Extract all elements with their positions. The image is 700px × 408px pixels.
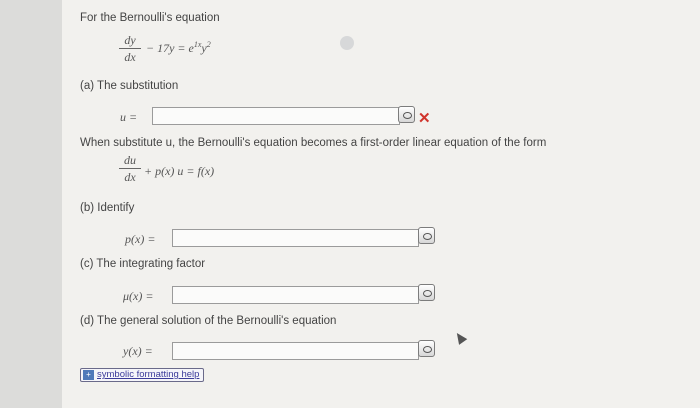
derivative-fraction: dy dx [119,33,141,64]
integrating-factor-input[interactable] [172,286,419,304]
incorrect-mark-icon: ✕ [418,110,431,127]
preview-icon[interactable] [398,106,415,123]
part-c-var-label: μ(x) = [123,289,154,303]
fraction-denominator: dx [124,50,136,64]
preview-icon[interactable] [418,340,435,357]
preview-icon[interactable] [418,227,435,244]
problem-page: For the Bernoulli's equation dy dx − 17y… [62,0,700,408]
p-x-input[interactable] [172,229,419,247]
equation-tail-exponent: 2 [206,40,211,49]
substitution-input[interactable] [152,107,400,125]
part-b-var-label: p(x) = [125,232,156,246]
general-solution-input[interactable] [172,342,419,360]
equation-middle: − 17y = e [146,41,194,55]
mouse-cursor-icon [452,330,468,345]
fraction-bar [119,48,141,49]
fraction-numerator: dy [124,33,136,47]
fraction-denominator: dx [124,170,136,184]
transform-text: When substitute u, the Bernoulli's equat… [80,137,547,149]
du-dx-fraction: du dx [119,153,141,184]
decorative-circle [340,36,354,50]
fraction-bar [119,168,141,169]
fraction-numerator: du [124,153,136,167]
problem-intro: For the Bernoulli's equation [80,12,220,24]
help-icon: + [83,370,94,380]
linear-form-rest: + p(x) u = f(x) [144,164,215,178]
part-d-var-label: y(x) = [123,344,153,358]
part-c-label: (c) The integrating factor [80,258,206,270]
part-d-label: (d) The general solution of the Bernoull… [80,315,337,327]
part-a-label: (a) The substitution [80,80,179,92]
equation-rhs: − 17y = e1xy2 [146,40,211,56]
help-label: symbolic formatting help [97,369,200,380]
part-b-label: (b) Identify [80,202,135,214]
part-a-var-label: u = [120,110,138,124]
symbolic-formatting-help-link[interactable]: + symbolic formatting help [80,368,205,382]
preview-icon[interactable] [418,284,435,301]
